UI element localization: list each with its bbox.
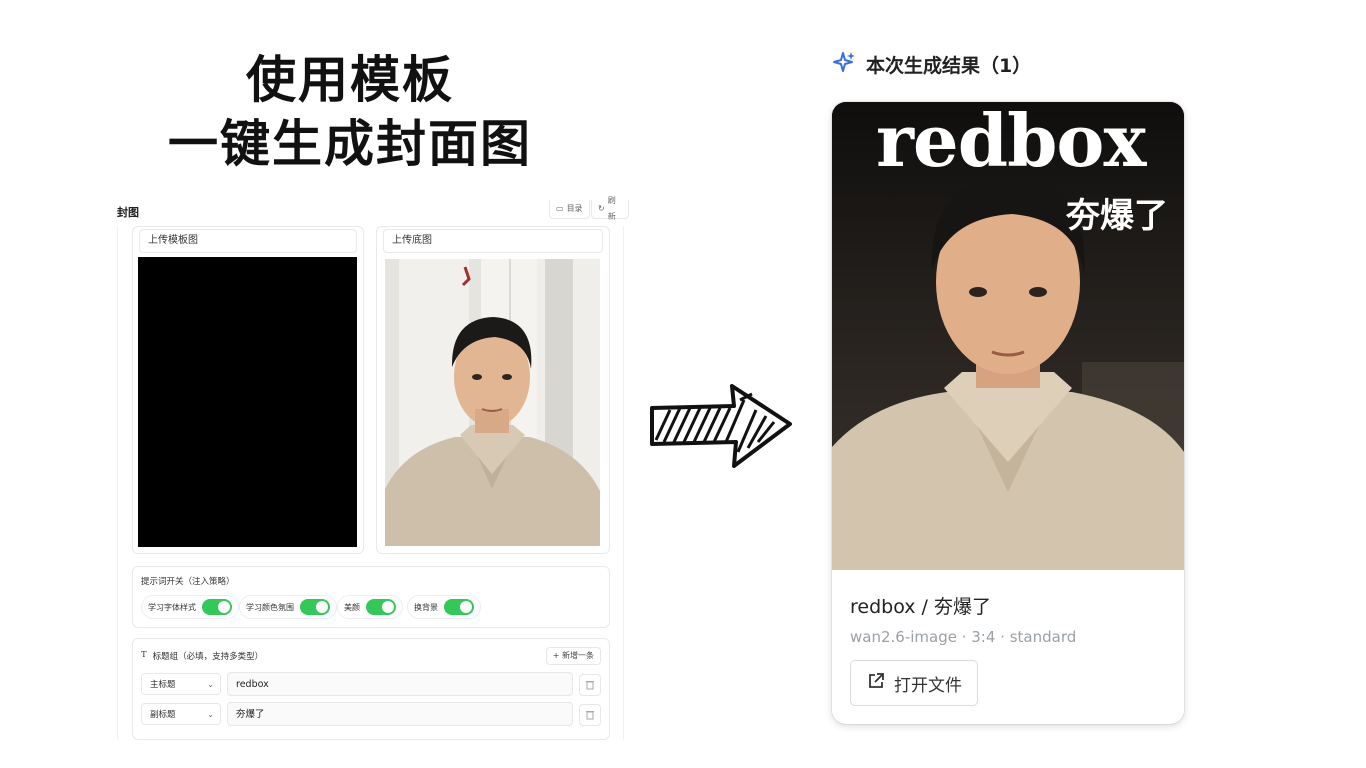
toggle-font-style-label: 学习字体样式 (148, 602, 196, 612)
sparkle-icon (832, 50, 856, 79)
trash-icon (586, 711, 594, 720)
folder-icon: ▭ (556, 204, 564, 213)
result-card: redbox 夯爆了 redbox / 夯爆了 wan2.6-image · 3… (832, 102, 1184, 724)
upload-template-label[interactable]: 上传模板图 (139, 229, 357, 253)
result-meta: wan2.6-image · 3:4 · standard (850, 628, 1077, 646)
catalog-label: 目录 (566, 204, 583, 213)
open-file-button[interactable]: 打开文件 (850, 660, 978, 706)
toggle-beauty-label: 美颜 (344, 602, 360, 612)
toggle-beauty[interactable]: 美颜 (337, 595, 403, 619)
refresh-icon: ↻ (598, 204, 605, 213)
toggle-background[interactable]: 换背景 (407, 595, 481, 619)
result-header-text: 本次生成结果（1） (866, 55, 1032, 77)
cover-title-text: redbox (876, 102, 1146, 183)
background-switch[interactable] (444, 599, 474, 615)
editor-panel: 封图 ▭ 目录 ↻ 刷新 上传模板图 上传底图 提示词开关（注入策略） 学习字体… (117, 196, 629, 740)
title-type-select-2[interactable]: 副标题 ⌄ (141, 703, 221, 725)
headline-line-2: 一键生成封面图 (168, 115, 532, 173)
catalog-button[interactable]: ▭ 目录 (549, 200, 590, 219)
template-image-card[interactable]: 上传模板图 (132, 226, 364, 554)
result-name: redbox / 夯爆了 (850, 596, 991, 618)
toggle-font-style[interactable]: 学习字体样式 (141, 595, 239, 619)
title-type-value-2: 副标题 (150, 710, 176, 720)
prompt-switch-label: 提示词开关（注入策略） (141, 577, 235, 587)
prompt-switch-section: 提示词开关（注入策略） 学习字体样式 学习颜色氛围 美颜 换背景 (132, 566, 610, 628)
toggle-color-mood[interactable]: 学习颜色氛围 (239, 595, 337, 619)
title-group-section: T 标题组（必填，支持多类型） + 新增一条 主标题 ⌄ redbox 副标题 … (132, 638, 610, 740)
title-group-label: 标题组（必填，支持多类型） (152, 652, 264, 662)
color-mood-switch[interactable] (300, 599, 330, 615)
refresh-label: 刷新 (607, 196, 616, 221)
template-image (138, 257, 357, 547)
upload-base-label[interactable]: 上传底图 (383, 229, 603, 253)
chevron-down-icon: ⌄ (207, 710, 214, 719)
title-input-1[interactable]: redbox (227, 672, 573, 696)
add-title-button[interactable]: + 新增一条 (545, 647, 601, 665)
text-type-icon: T (141, 650, 147, 660)
beauty-switch[interactable] (366, 599, 396, 615)
chevron-down-icon: ⌄ (207, 680, 214, 689)
refresh-button[interactable]: ↻ 刷新 (591, 196, 629, 221)
headline-line-1: 使用模板 (246, 51, 454, 109)
font-style-switch[interactable] (202, 599, 232, 615)
headline: 使用模板 一键生成封面图 (120, 48, 580, 176)
title-group-header: T 标题组（必填，支持多类型） (141, 650, 263, 662)
result-header: 本次生成结果（1） (832, 50, 1031, 79)
toggle-color-mood-label: 学习颜色氛围 (246, 602, 294, 612)
base-image-card[interactable]: 上传底图 (376, 226, 610, 554)
right-arrow-icon (648, 380, 796, 470)
panel-title: 封图 (117, 206, 139, 219)
generated-cover-image[interactable]: redbox 夯爆了 (832, 102, 1184, 570)
editor-scroll-area[interactable]: 上传模板图 上传底图 提示词开关（注入策略） 学习字体样式 学习颜色氛围 美颜 … (117, 226, 624, 740)
title-type-value-1: 主标题 (150, 680, 176, 690)
external-link-icon (866, 671, 886, 696)
delete-row-2-button[interactable] (579, 704, 601, 726)
base-photo (385, 259, 600, 546)
title-type-select-1[interactable]: 主标题 ⌄ (141, 673, 221, 695)
title-input-2[interactable]: 夯爆了 (227, 702, 573, 726)
cover-subtitle-text: 夯爆了 (1066, 196, 1168, 236)
toggle-background-label: 换背景 (414, 602, 438, 612)
trash-icon (586, 681, 594, 690)
open-file-label: 打开文件 (894, 675, 962, 696)
delete-row-1-button[interactable] (579, 674, 601, 696)
